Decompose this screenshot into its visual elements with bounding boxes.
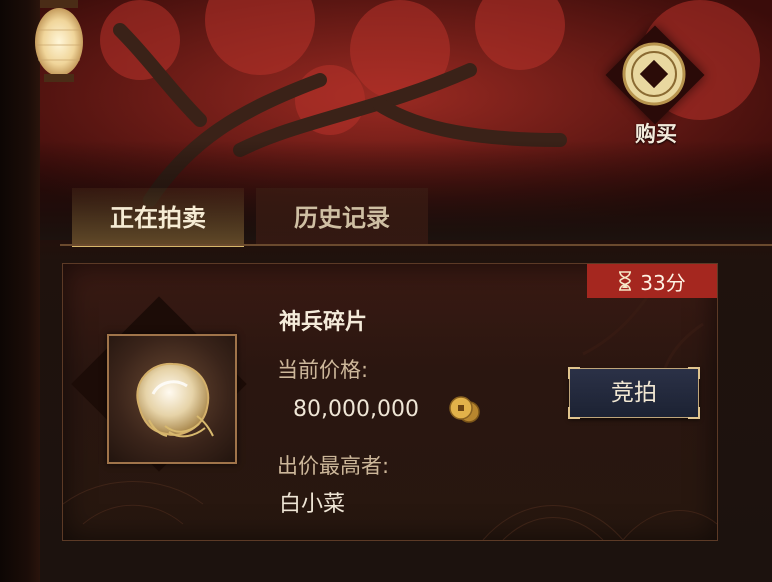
copper-coin-icon	[449, 396, 480, 423]
auction-timer-badge: 33分	[587, 264, 717, 298]
hourglass-icon	[619, 271, 632, 291]
bid-button[interactable]: 竞拍	[568, 367, 700, 419]
lantern-icon	[35, 0, 83, 82]
tab-label: 历史记录	[294, 204, 390, 232]
tab-label: 正在拍卖	[110, 204, 206, 232]
buy-label: 购买	[635, 122, 677, 146]
left-pillar	[0, 0, 40, 582]
auction-screen: 购买 正在拍卖 历史记录 33分 神兵碎片 当前价格: 80,000,000 出…	[0, 0, 772, 582]
item-slot[interactable]	[107, 334, 237, 464]
auction-item-card: 33分 神兵碎片 当前价格: 80,000,000 出价最高者: 白小菜 竞拍	[62, 263, 718, 541]
auction-timer-text: 33分	[640, 270, 686, 295]
highest-bidder-name: 白小菜	[279, 492, 346, 517]
coin-icon	[622, 42, 686, 106]
tabs-divider	[60, 244, 772, 246]
current-price-label: 当前价格:	[277, 358, 369, 382]
bid-button-label: 竞拍	[611, 380, 657, 406]
item-name: 神兵碎片	[279, 310, 368, 335]
current-price-value: 80,000,000	[293, 397, 419, 422]
buy-button[interactable]: 购买	[594, 25, 718, 154]
highest-bidder-label: 出价最高者:	[277, 454, 390, 478]
tab-history[interactable]: 历史记录	[256, 188, 428, 244]
weapon-fragment-icon	[136, 362, 214, 438]
tab-current-auction[interactable]: 正在拍卖	[72, 188, 244, 247]
